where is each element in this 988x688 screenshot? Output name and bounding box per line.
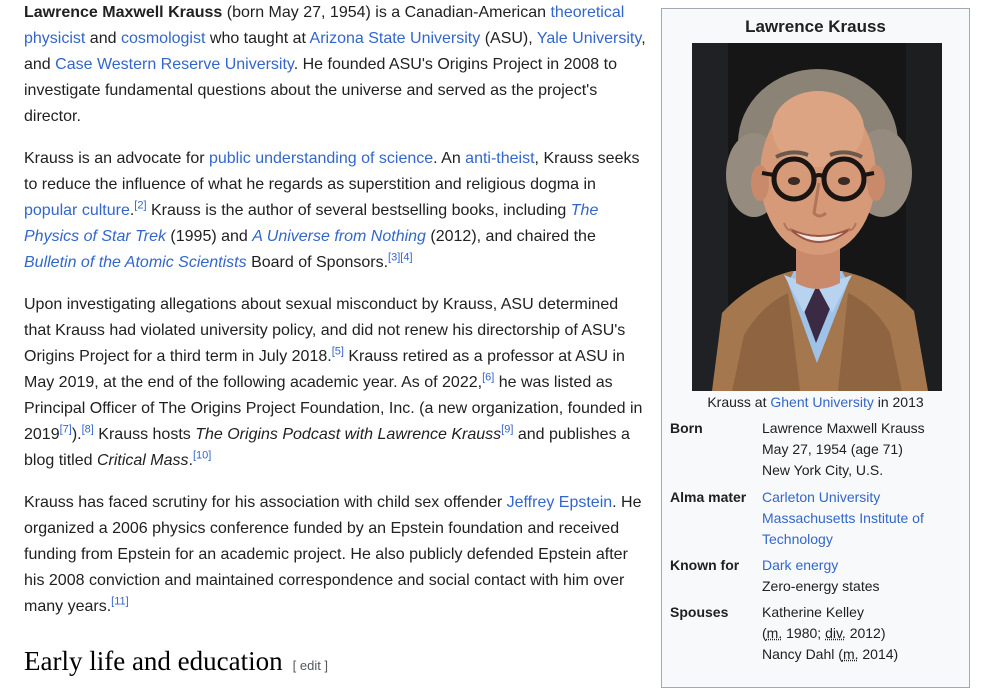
paragraph-1: Lawrence Maxwell Krauss (born May 27, 19…	[24, 0, 648, 130]
text: and	[85, 30, 121, 47]
paragraph-4: Krauss has faced scrutiny for his associ…	[24, 490, 648, 620]
zero-energy-states: Zero-energy states	[762, 578, 880, 594]
link-bulletin-atomic-scientists[interactable]: Bulletin of the Atomic Scientists	[24, 254, 247, 271]
citation-10[interactable]: [10]	[193, 450, 211, 462]
paragraph-3: Upon investigating allegations about sex…	[24, 292, 648, 474]
photo-caption: Krauss at Ghent University in 2013	[662, 392, 969, 413]
married-abbr: m.	[842, 646, 859, 662]
text: ).	[71, 426, 82, 443]
birth-date: May 27, 1954 (age 71)	[762, 441, 903, 457]
text: (born May 27, 1954) is a Canadian-Americ…	[222, 4, 551, 21]
blog-title: Critical Mass	[96, 452, 189, 469]
link-arizona-state-university[interactable]: Arizona State University	[310, 30, 481, 47]
subject-name: Lawrence Maxwell Krauss	[24, 4, 223, 21]
link-case-western[interactable]: Case Western Reserve University	[55, 56, 294, 73]
citation-3[interactable]: [3]	[388, 252, 400, 264]
spouses-value: Katherine Kelley (m. 1980; div. 2012) Na…	[762, 602, 966, 665]
birth-name: Lawrence Maxwell Krauss	[762, 420, 925, 436]
citation-4[interactable]: [4]	[400, 252, 412, 264]
text: Krauss hosts	[93, 426, 196, 443]
citation-5[interactable]: [5]	[332, 346, 344, 358]
text: Krauss is an advocate for	[24, 150, 209, 167]
article-body: Lawrence Maxwell Krauss (born May 27, 19…	[24, 0, 648, 636]
text: Board of Sponsors.	[246, 254, 389, 271]
born-label: Born	[670, 420, 703, 436]
link-cosmologist[interactable]: cosmologist	[121, 30, 205, 47]
text: . An	[433, 150, 466, 167]
divorced-abbr: div.	[825, 625, 846, 641]
spouse-2-name: Nancy Dahl	[762, 646, 835, 662]
portrait-photo[interactable]	[692, 43, 942, 391]
spouse-1: Katherine Kelley	[762, 604, 864, 620]
link-ghent-university[interactable]: Ghent University	[770, 394, 873, 410]
citation-7[interactable]: [7]	[60, 424, 72, 436]
link-public-understanding[interactable]: public understanding of science	[209, 150, 433, 167]
podcast-title: The Origins Podcast with Lawrence Krauss	[195, 426, 502, 443]
text: who taught at	[205, 30, 310, 47]
caption-text: Krauss at	[707, 394, 771, 410]
spouse-2: Nancy Dahl (m. 2014)	[762, 646, 899, 662]
text: (ASU),	[480, 30, 537, 47]
infobox: Lawrence Krauss Krauss at Ghent Universi…	[661, 8, 970, 688]
text: 2014	[858, 646, 894, 662]
section-heading-text: Early life and education	[24, 646, 283, 676]
link-popular-culture[interactable]: popular culture	[24, 202, 130, 219]
citation-8[interactable]: [8]	[82, 424, 94, 436]
link-anti-theist[interactable]: anti-theist	[465, 150, 534, 167]
spouses-label: Spouses	[670, 604, 729, 620]
text: (2012), and chaired the	[425, 228, 596, 245]
birth-place: New York City, U.S.	[762, 462, 884, 478]
edit-link[interactable]: [ edit ]	[293, 658, 328, 673]
married-abbr: m.	[766, 625, 783, 641]
text: 2012	[845, 625, 881, 641]
section-heading: Early life and education [ edit ]	[24, 646, 328, 677]
link-universe-from-nothing[interactable]: A Universe from Nothing	[252, 228, 426, 245]
text: 1980;	[782, 625, 826, 641]
citation-6[interactable]: [6]	[482, 372, 494, 384]
spouse-1-dates: (m. 1980; div. 2012)	[762, 625, 886, 641]
text: Krauss is the author of several bestsell…	[146, 202, 571, 219]
alma-mater-value: Carleton University Massachusetts Instit…	[762, 487, 966, 550]
caption-text: in 2013	[873, 394, 924, 410]
known-for-value: Dark energy Zero-energy states	[762, 555, 966, 597]
citation-9[interactable]: [9]	[501, 424, 513, 436]
link-carleton-university[interactable]: Carleton University	[762, 489, 880, 505]
citation-2[interactable]: [2]	[134, 200, 146, 212]
link-yale-university[interactable]: Yale University	[537, 30, 641, 47]
alma-mater-label: Alma mater	[670, 489, 747, 505]
link-mit-line1[interactable]: Massachusetts Institute of	[762, 510, 924, 526]
text: (1995) and	[165, 228, 253, 245]
link-mit-line2[interactable]: Technology	[762, 531, 833, 547]
link-dark-energy[interactable]: Dark energy	[762, 557, 838, 573]
citation-11[interactable]: [11]	[111, 596, 129, 608]
infobox-title: Lawrence Krauss	[745, 17, 886, 36]
link-jeffrey-epstein[interactable]: Jeffrey Epstein	[507, 494, 613, 511]
portrait-illustration	[692, 43, 942, 391]
born-value: Lawrence Maxwell Krauss May 27, 1954 (ag…	[762, 418, 966, 481]
text: Krauss has faced scrutiny for his associ…	[24, 494, 507, 511]
paragraph-2: Krauss is an advocate for public underst…	[24, 146, 648, 276]
known-for-label: Known for	[670, 557, 740, 573]
